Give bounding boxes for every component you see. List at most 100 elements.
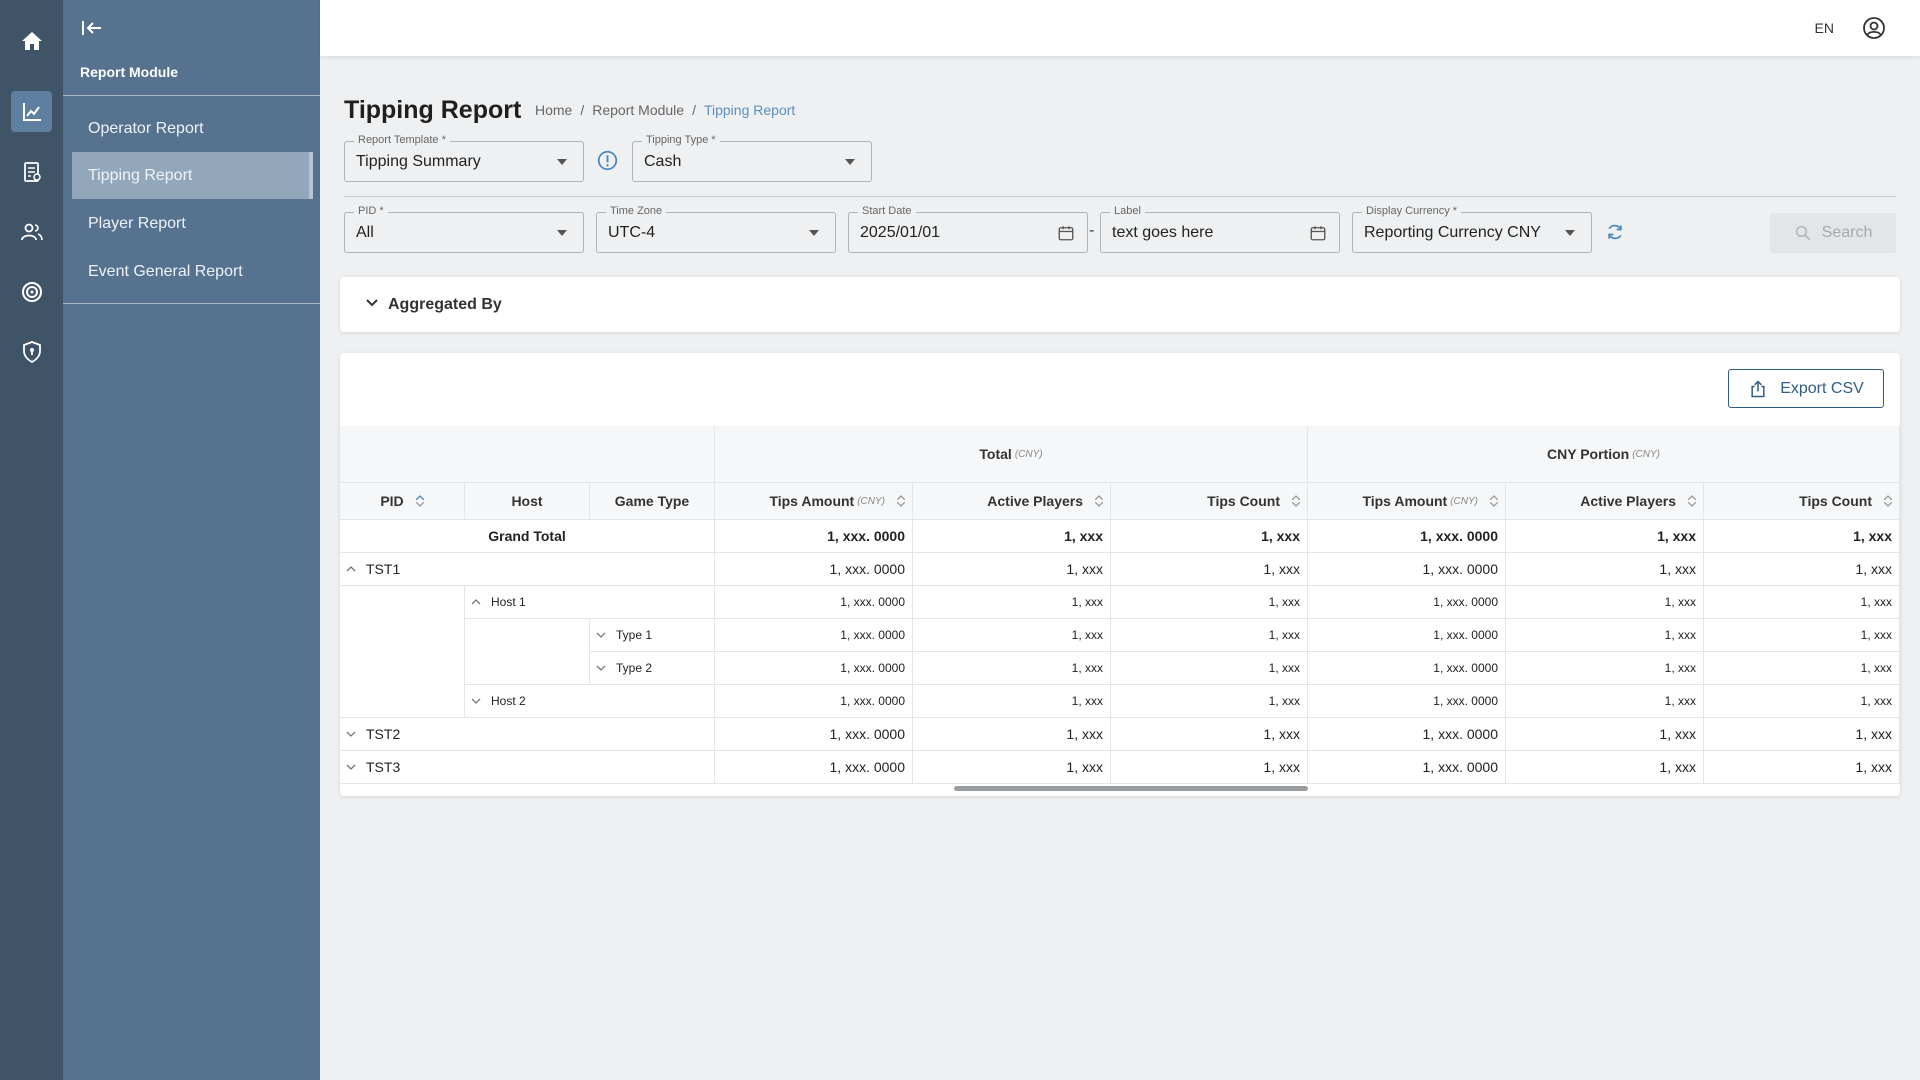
refresh-icon[interactable] [1605,222,1625,242]
row-label: TST1 [366,561,401,577]
column-header-cny-tips-amount[interactable]: Tips Amount (CNY) [1308,483,1506,520]
column-header-tips-count[interactable]: Tips Count [1111,483,1308,520]
table-row-type1[interactable]: Type 1 [590,619,715,652]
users-icon[interactable] [11,211,52,252]
start-date-field[interactable]: Start Date 2025/01/01 [848,205,1088,253]
sidebar-item-operator-report[interactable]: Operator Report [72,105,313,152]
table-cell: 1, xxx [1506,718,1704,751]
table-row-tst3[interactable]: TST3 [340,751,715,784]
header-group-cny: CNY Portion (CNY) [1308,426,1900,483]
user-account-icon[interactable] [1862,16,1886,40]
chart-icon[interactable] [11,91,52,132]
sort-icon[interactable] [1884,495,1892,507]
shield-icon[interactable] [11,331,52,372]
pid-select[interactable]: PID * All [344,205,584,253]
sort-icon[interactable] [1292,495,1300,507]
column-header-game-type: Game Type [590,483,715,520]
chevron-down-icon[interactable] [596,630,606,640]
table-row-host1[interactable]: Host 1 [465,586,715,619]
column-header-pid[interactable]: PID [340,483,465,520]
tipping-type-select[interactable]: Tipping Type * Cash [632,134,872,182]
report-table-card: Export CSV Total (CNY) CNY Portion (CNY) P… [340,353,1900,796]
column-header-cny-active-players[interactable]: Active Players [1506,483,1704,520]
info-icon[interactable] [597,150,618,171]
column-header-tips-amount[interactable]: Tips Amount (CNY) [715,483,913,520]
sort-icon[interactable] [1688,495,1696,507]
chevron-down-icon[interactable] [346,762,356,772]
chevron-down-icon[interactable] [471,696,481,706]
calendar-icon[interactable] [1057,224,1075,242]
table-cell: 1, xxx [1704,520,1900,553]
table-cell: 1, xxx. 0000 [1308,520,1506,553]
language-switcher[interactable]: EN [1815,20,1834,36]
row-label: Host 1 [491,595,526,609]
search-button[interactable]: Search [1770,213,1896,253]
pid-label: PID * [354,205,388,218]
table-cell: 1, xxx. 0000 [715,619,913,652]
table-cell: 1, xxx [1506,652,1704,685]
table-cell: 1, xxx [1506,685,1704,718]
column-label: Active Players [987,493,1083,509]
breadcrumb-report-module[interactable]: Report Module [592,102,684,118]
table-row-host2[interactable]: Host 2 [465,685,715,718]
table-cell: 1, xxx [913,520,1111,553]
table-row-type2[interactable]: Type 2 [590,652,715,685]
sort-icon[interactable] [415,495,424,507]
display-currency-select[interactable]: Display Currency * Reporting Currency CN… [1352,205,1592,253]
start-date-label: Start Date [858,205,916,218]
tipping-type-label: Tipping Type * [642,134,720,147]
sidebar-item-player-report[interactable]: Player Report [72,200,313,247]
column-header-cny-tips-count[interactable]: Tips Count [1704,483,1900,520]
sidebar-divider [63,95,320,96]
sidebar-item-tipping-report[interactable]: Tipping Report [72,152,313,199]
indent-cell [340,586,465,718]
chevron-down-icon [845,159,855,165]
table-cell: 1, xxx [1111,586,1308,619]
table-row-tst1[interactable]: TST1 [340,553,715,586]
chevron-down-icon [809,230,819,236]
pid-value: All [356,224,374,241]
table-cell: 1, xxx. 0000 [715,751,913,784]
export-csv-label: Export CSV [1780,379,1864,397]
home-icon[interactable] [11,20,52,61]
end-date-field[interactable]: Label text goes here [1100,205,1340,253]
chevron-down-icon [557,159,567,165]
breadcrumb-home[interactable]: Home [535,102,572,118]
row-label: TST3 [366,759,401,775]
calendar-icon[interactable] [1309,224,1327,242]
sort-icon[interactable] [1490,495,1498,507]
time-zone-select[interactable]: Time Zone UTC-4 [596,205,836,253]
export-csv-button[interactable]: Export CSV [1728,369,1884,408]
grand-total-label: Grand Total [340,520,715,553]
column-header-active-players[interactable]: Active Players [913,483,1111,520]
chevron-down-icon[interactable] [596,663,606,673]
aggregated-by-panel[interactable]: Aggregated By [340,277,1900,332]
table-cell: 1, xxx. 0000 [715,586,913,619]
breadcrumb-separator: / [692,102,696,118]
chevron-down-icon [557,230,567,236]
table-cell: 1, xxx [1111,718,1308,751]
table-cell: 1, xxx. 0000 [1308,586,1506,619]
icon-rail [0,0,63,1080]
horizontal-scrollbar[interactable] [954,786,1308,791]
column-label: Tips Count [1799,493,1872,509]
table-cell: 1, xxx. 0000 [715,553,913,586]
table-cell: 1, xxx [1111,619,1308,652]
collapse-sidebar-icon[interactable] [79,17,105,39]
table-cell: 1, xxx [1506,619,1704,652]
table-cell: 1, xxx. 0000 [1308,619,1506,652]
target-icon[interactable] [11,271,52,312]
chevron-down-icon[interactable] [346,729,356,739]
table-cell: 1, xxx [913,553,1111,586]
report-icon[interactable] [11,151,52,192]
sidebar-item-event-general-report[interactable]: Event General Report [72,248,313,295]
sort-icon[interactable] [897,495,905,507]
chevron-down-icon [1565,230,1575,236]
sort-icon[interactable] [1095,495,1103,507]
export-icon [1751,379,1765,397]
table-row-tst2[interactable]: TST2 [340,718,715,751]
chevron-up-icon[interactable] [346,564,356,574]
top-header: EN [320,0,1920,56]
chevron-up-icon[interactable] [471,597,481,607]
report-template-select[interactable]: Report Template * Tipping Summary [344,134,584,182]
